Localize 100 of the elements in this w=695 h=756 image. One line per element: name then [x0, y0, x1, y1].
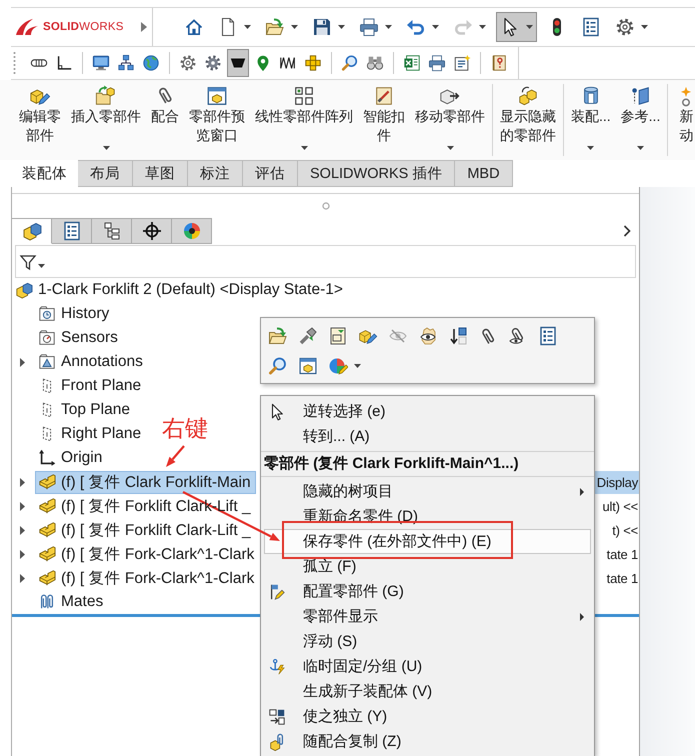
- expand-arrow-icon[interactable]: [20, 478, 25, 486]
- tree-item-text: t) <<: [611, 522, 639, 540]
- caret-icon: [291, 25, 298, 29]
- tab[interactable]: 标注: [188, 160, 243, 187]
- ribbon-button[interactable]: 线性零部件阵列: [250, 80, 358, 160]
- menu-item[interactable]: 生成新子装配体 (V): [264, 679, 591, 704]
- gear-icon: [204, 54, 222, 72]
- tree-item[interactable]: Sensors: [35, 326, 123, 350]
- list-icon: [581, 17, 601, 37]
- tree-item[interactable]: (f) [ 复件 Clark Forklift-Main: [35, 470, 256, 494]
- grip-icon[interactable]: [13, 51, 16, 75]
- caret-icon: [587, 146, 594, 150]
- tab[interactable]: 评估: [243, 160, 298, 187]
- ribbon-button[interactable]: 插入零部件: [66, 80, 146, 160]
- step-block-icon: [38, 473, 56, 491]
- cubes-icon: [22, 221, 42, 241]
- annotation-arrow: [166, 445, 185, 467]
- expand-arrow-icon[interactable]: [20, 526, 25, 534]
- logo-text: SOLIDWORKS: [43, 21, 124, 33]
- tree-item[interactable]: (f) [ 复件 Forklift Clark-Lift _: [35, 518, 256, 542]
- blocks-icon: [517, 85, 539, 107]
- panel-tab[interactable]: [92, 218, 132, 244]
- tab[interactable]: 草图: [133, 160, 188, 187]
- expand-arrow-icon[interactable]: [20, 550, 25, 558]
- binoculars-icon: [366, 54, 384, 72]
- expand-arrow-icon[interactable]: [20, 358, 25, 366]
- house-icon: [184, 17, 204, 37]
- tree-item[interactable]: Top Plane: [35, 398, 135, 422]
- window-icon: [298, 356, 318, 376]
- search-icon: [341, 54, 359, 72]
- anchor-lightning-icon: [268, 658, 286, 676]
- chevron-right-icon[interactable]: [623, 225, 631, 237]
- ribbon-button[interactable]: 参考...: [616, 80, 666, 160]
- menu-item[interactable]: 随配合复制 (Z): [264, 729, 591, 754]
- tree-item[interactable]: 1-Clark Forklift 2 (Default) <Display State-1>: [12, 278, 348, 302]
- caret-icon: [102, 146, 110, 150]
- menu-header: 零部件 (复件 Clark Forklift-Main^1...): [263, 454, 520, 474]
- plane-point-icon: [630, 85, 652, 107]
- gear-icon: [179, 54, 197, 72]
- caret-icon: [479, 25, 486, 29]
- window-icon: [206, 85, 228, 107]
- tab[interactable]: SOLIDWORKS 插件: [298, 160, 456, 187]
- help-book-icon: [490, 54, 508, 72]
- tree-item[interactable]: Front Plane: [35, 374, 146, 398]
- expand-arrow-icon[interactable]: [20, 574, 25, 582]
- ribbon-button[interactable]: 零部件预 览窗口: [184, 80, 250, 160]
- menu-item[interactable]: 隐藏的树项目: [264, 479, 591, 504]
- ribbon-button[interactable]: 智能扣 件: [358, 80, 410, 160]
- list-icon: [62, 221, 82, 241]
- caret-icon: [641, 25, 648, 29]
- eye-icon: [418, 326, 438, 346]
- cubes-icon: [15, 281, 33, 299]
- clock-folder-icon: [38, 305, 56, 323]
- toolbar-button[interactable]: [227, 49, 249, 77]
- menu-item[interactable]: 临时固定/分组 (U): [264, 654, 591, 679]
- color-ball-icon: [328, 356, 348, 376]
- caret-right-icon[interactable]: [141, 22, 147, 32]
- tree-item[interactable]: Right Plane: [35, 422, 146, 446]
- globe-icon: [142, 54, 160, 72]
- expand-arrow-icon[interactable]: [20, 502, 25, 510]
- circle-handle-icon[interactable]: [322, 202, 330, 210]
- tab[interactable]: MBD: [455, 160, 513, 187]
- step-block-icon: [38, 545, 56, 563]
- tree-item[interactable]: Annotations: [35, 350, 148, 374]
- clip-block-icon: [268, 732, 286, 750]
- tree-item[interactable]: History: [35, 302, 114, 326]
- panel-tab[interactable]: [12, 218, 52, 244]
- tree-item[interactable]: Mates: [35, 590, 108, 614]
- redo-icon: [453, 17, 473, 37]
- panel-tab[interactable]: [172, 218, 212, 244]
- ribbon-button[interactable]: 新 动: [670, 80, 695, 160]
- tree-item[interactable]: (f) [ 复件 Fork-Clark^1-Clark: [35, 566, 260, 590]
- menu-item[interactable]: 孤立 (F): [264, 554, 591, 579]
- tool-arrow-icon: [298, 326, 318, 346]
- toolbar-button[interactable]: [297, 355, 319, 377]
- ribbon-button[interactable]: 装配...: [566, 80, 616, 160]
- menu-item[interactable]: 保存零件 (在外部文件中) (E): [264, 529, 591, 554]
- tree-item[interactable]: Origin: [35, 446, 108, 470]
- caret-icon: [432, 25, 439, 29]
- tree-item[interactable]: (f) [ 复件 Fork-Clark^1-Clark: [35, 542, 260, 566]
- ribbon-button[interactable]: 显示隐藏 的零部件: [495, 80, 561, 160]
- slash-sheet-icon: [373, 85, 395, 107]
- tab[interactable]: 布局: [78, 160, 133, 187]
- monitor-icon: [92, 54, 110, 72]
- menu-item[interactable]: 转到... (A): [264, 424, 591, 449]
- select-button[interactable]: [496, 12, 537, 42]
- toolbar-button[interactable]: [297, 325, 319, 347]
- panel-tab[interactable]: [52, 218, 92, 244]
- menu-item[interactable]: 逆转选择 (e): [264, 399, 591, 424]
- ribbon-button[interactable]: 配合: [146, 80, 184, 160]
- menu-item[interactable]: 配置零部件 (G): [264, 579, 591, 604]
- panel-tab[interactable]: [132, 218, 172, 244]
- folder-arrow-icon: [265, 17, 285, 37]
- menu-item[interactable]: 浮动 (S): [264, 629, 591, 654]
- caret-icon: [300, 146, 308, 150]
- menu-item[interactable]: 使之独立 (Y): [264, 704, 591, 729]
- ribbon-button[interactable]: 编辑零 部件: [14, 80, 66, 160]
- menu-item[interactable]: 零部件显示: [264, 604, 591, 629]
- filter-field[interactable]: [15, 245, 636, 278]
- ribbon-button[interactable]: 移动零部件: [410, 80, 490, 160]
